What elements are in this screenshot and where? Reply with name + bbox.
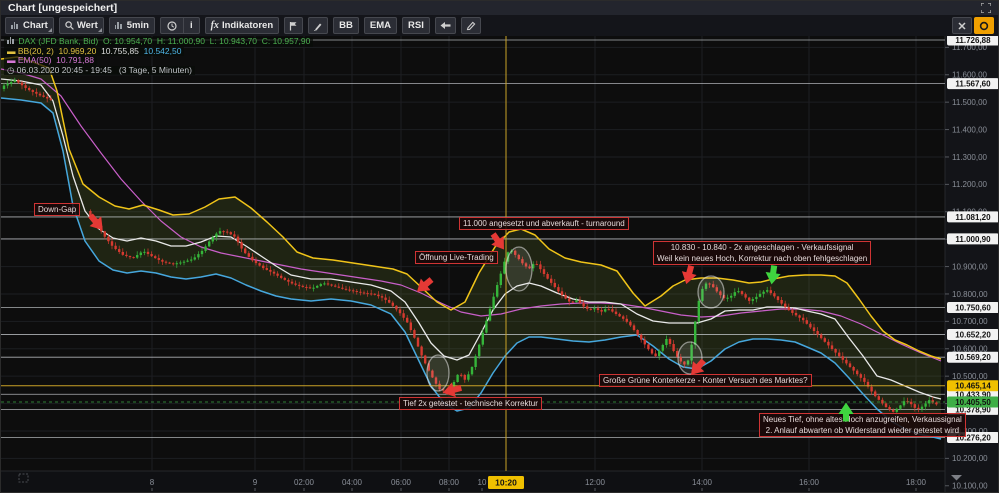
draw-tool-button[interactable] [461, 17, 481, 34]
chart-type-button[interactable]: Chart [5, 17, 54, 34]
bar-chart-icon [11, 22, 18, 29]
price-axis-label: 11.500,00 [952, 98, 988, 107]
history-info-group: i [160, 17, 200, 34]
price-badge-value: 10.652,20 [955, 330, 991, 339]
price-badge-value: 11.000,90 [955, 235, 991, 244]
price-axis-label: 10.800,00 [952, 290, 988, 299]
live-trading-label[interactable]: Öffnung Live-Trading [415, 251, 498, 264]
bar-chart-icon [7, 37, 14, 44]
time-axis-label: 10 [478, 478, 487, 487]
time-axis-label: 04:00 [342, 478, 363, 487]
time-axis-label: 18:00 [906, 478, 927, 487]
legend-bb-lower: 10.542,50 [144, 46, 182, 56]
time-axis-label: 9 [253, 478, 258, 487]
legend-bb-upper: 10.969,20 [59, 46, 97, 56]
rsi-toggle-button[interactable]: RSI [402, 17, 430, 34]
annotation-line2: 2. Anlauf abwarten ob Widerstand wieder … [763, 425, 962, 436]
price-axis-label: 11.300,00 [952, 153, 988, 162]
time-axis-label: 16:00 [799, 478, 820, 487]
instrument-search-button[interactable]: Wert [59, 17, 104, 34]
legend-ema-value: 10.791,88 [56, 55, 94, 65]
price-badge-value: 11.726,88 [955, 36, 991, 45]
price-axis-label: 10.900,00 [952, 262, 988, 271]
bb-toggle-button[interactable]: BB [333, 17, 359, 34]
price-badge-value: 10.750,60 [955, 304, 991, 313]
legend-open: 10.954,70 [114, 36, 152, 46]
annotation-line1: 10.830 - 10.840 - 2x angeschlagen - Verk… [657, 242, 867, 253]
window-title: Chart [ungespeichert] [8, 2, 117, 14]
bar-chart-icon [115, 22, 122, 29]
time-axis-label: 12:00 [585, 478, 606, 487]
time-axis-label: 02:00 [294, 478, 315, 487]
time-axis-label: 8 [150, 478, 155, 487]
annotation-line2: Weil kein neues Hoch, Korrektur nach obe… [657, 253, 867, 264]
cursor-tool-button[interactable] [435, 17, 456, 34]
link-tool-button[interactable] [952, 17, 972, 34]
legend-ema-label: EMA(50) [18, 55, 52, 65]
time-axis-label: 08:00 [439, 478, 460, 487]
fx-icon: fx [211, 20, 219, 31]
chart-widget-window: 11.700,0011.600,0011.500,0011.400,0011.3… [0, 0, 999, 493]
down-gap-label[interactable]: Down-Gap [34, 203, 80, 216]
counter-candle-label[interactable]: Große Grüne Konterkerze - Konter Versuch… [599, 374, 812, 387]
legend-close: 10.957,90 [273, 36, 311, 46]
price-axis-label: 11.200,00 [952, 180, 988, 189]
legend-range-detail: (3 Tage, 5 Minuten) [119, 65, 192, 75]
price-axis-label: 11.400,00 [952, 125, 988, 134]
legend-bb-label: BB(20, 2) [18, 46, 54, 56]
price-axis-label: 10.100,00 [952, 482, 988, 491]
annotation-line1: Neues Tief, ohne altes Hoch anzugreifen,… [763, 414, 962, 425]
legend-symbol: DAX (JFD Bank, Bid) [18, 36, 98, 46]
expand-icon[interactable] [981, 3, 991, 13]
price-badge-value: 11.567,60 [955, 80, 991, 89]
tools-cross-icon [957, 21, 967, 31]
turnaround-label[interactable]: 11.000 angesetzt und abverkauft - turnar… [459, 217, 629, 230]
time-axis-label: 06:00 [391, 478, 412, 487]
indicators-button[interactable]: fx Indikatoren [205, 17, 280, 34]
search-icon [65, 21, 74, 30]
flag-button[interactable] [284, 17, 303, 34]
timeframe-button[interactable]: 5min [109, 17, 155, 34]
clock-icon: ◷ [7, 65, 14, 75]
price-axis-label: 10.500,00 [952, 372, 988, 381]
toolbar-right [952, 17, 994, 34]
pencil-icon [466, 21, 476, 31]
toolbar: Chart Wert 5min i fx Indikatoren BB EMA … [1, 15, 998, 36]
history-button[interactable] [161, 18, 183, 33]
price-badge-value: 11.081,20 [955, 213, 991, 222]
price-badge-value: 10.465,14 [955, 382, 991, 391]
record-button[interactable] [974, 17, 994, 34]
record-circle-icon [979, 21, 989, 31]
info-button[interactable]: i [183, 18, 199, 33]
cursor-arrow-icon [440, 21, 451, 30]
price-badge-value: 10.569,20 [955, 353, 991, 362]
time-badge-value: 10:20 [495, 478, 517, 488]
price-badge-value: 10.405,50 [955, 398, 991, 407]
ema-toggle-button[interactable]: EMA [364, 17, 397, 34]
titlebar: Chart [ungespeichert] [1, 1, 998, 15]
legend-high: 11.000,90 [168, 36, 205, 46]
marker-pen-icon [313, 21, 323, 31]
new-low-label[interactable]: Neues Tief, ohne altes Hoch anzugreifen,… [759, 413, 966, 437]
time-axis-label: 14:00 [692, 478, 713, 487]
clock-icon [167, 21, 177, 31]
chart-legend: DAX (JFD Bank, Bid) O: 10.954,70 H: 11.0… [4, 37, 313, 75]
legend-range: 06.03.2020 20:45 - 19:45 [17, 65, 112, 75]
flag-icon [289, 21, 298, 31]
price-axis-label: 10.200,00 [952, 454, 988, 463]
legend-range-row: ◷ 06.03.2020 20:45 - 19:45 (3 Tage, 5 Mi… [4, 66, 195, 76]
double-hit-label[interactable]: 10.830 - 10.840 - 2x angeschlagen - Verk… [653, 241, 871, 265]
low-retest-label[interactable]: Tief 2x getestet - technische Korrektur [399, 397, 542, 410]
marker-button[interactable] [308, 17, 328, 34]
legend-low: 10.943,70 [219, 36, 257, 46]
legend-bb-mid: 10.755,85 [101, 46, 139, 56]
price-axis-label: 10.700,00 [952, 317, 988, 326]
